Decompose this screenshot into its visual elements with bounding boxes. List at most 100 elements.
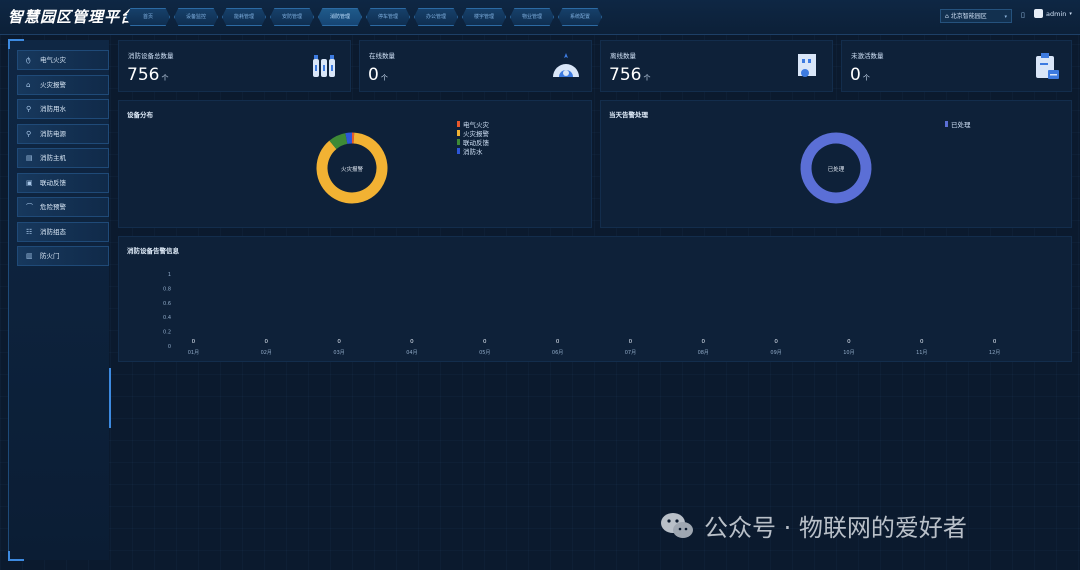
main-nav: 首页 设备监控 能耗管理 安防管理 消防管理 停车管理 办公管理 楼宇管理 物业… xyxy=(126,8,606,26)
chevron-down-icon: ▾ xyxy=(1069,10,1072,17)
stat-title: 在线数量 xyxy=(369,52,395,60)
config-icon: ☷ xyxy=(26,228,33,236)
y-tick-label: 0.2 xyxy=(163,330,171,336)
y-tick-label: 1 xyxy=(168,272,171,278)
x-tick-label: 07月 xyxy=(625,350,636,356)
panel-title: 设备分布 xyxy=(127,111,153,119)
user-name: admin xyxy=(1046,9,1067,18)
sidebar-item-label: 联动反馈 xyxy=(40,179,66,187)
sidebar-item-label: 火灾报警 xyxy=(40,81,66,89)
x-tick-label: 04月 xyxy=(406,350,417,356)
x-tick-label: 06月 xyxy=(552,350,563,356)
offline-device-icon xyxy=(798,54,816,77)
watermark-text: 公众号 · 物联网的爱好者 xyxy=(704,514,967,542)
pie-slice-消防水[interactable] xyxy=(345,132,353,144)
bar-value-label: 0 xyxy=(847,339,851,345)
device-distribution-legend: 电气火灾 火灾报警 联动反馈 消防水 xyxy=(457,119,489,156)
y-tick-label: 0.8 xyxy=(163,286,171,292)
sidebar-corner-decoration xyxy=(8,551,24,561)
stat-value: 0个 xyxy=(368,65,388,85)
stat-value: 756 个 xyxy=(127,65,169,85)
watermark: 公众号 · 物联网的爱好者 xyxy=(660,508,967,543)
alarm-info-bar-chart: 1 0.8 0.6 0.4 0.2 0 0 01月 0 02月 0 03月 0 04月 0 05月 0 06月 0 0… xyxy=(163,272,1000,356)
host-icon: ▤ xyxy=(26,154,33,162)
nav-tab-property[interactable]: 物业管理 xyxy=(510,8,554,26)
bar-value-label: 0 xyxy=(556,339,560,345)
nav-tab-energy[interactable]: 能耗管理 xyxy=(222,8,266,26)
nav-tab-system[interactable]: 系统配置 xyxy=(558,8,602,26)
legend-item[interactable]: 消防水 xyxy=(457,146,489,156)
nav-tab-parking[interactable]: 停车管理 xyxy=(366,8,410,26)
stat-card-total: 消防设备总数量 756 个 xyxy=(118,40,351,92)
x-tick-label: 01月 xyxy=(188,350,199,356)
sidebar-item-label: 消防组态 xyxy=(40,228,66,236)
app-title: 智慧园区管理平台 xyxy=(8,8,137,26)
x-tick-label: 11月 xyxy=(916,350,927,356)
x-tick-label: 12月 xyxy=(989,350,1000,356)
water-icon: ⚲ xyxy=(26,105,32,113)
sidebar-item-fire-power[interactable]: ⚲ 消防电源 xyxy=(17,124,109,144)
panel-title: 当天告警处理 xyxy=(609,111,648,119)
x-tick-label: 02月 xyxy=(261,350,272,356)
bar-value-label: 0 xyxy=(993,339,997,345)
alarm-icon: ⌂ xyxy=(26,81,31,89)
online-dome-icon xyxy=(553,53,579,77)
sidebar-item-danger-warning[interactable]: ⌒ 危险预警 xyxy=(17,197,109,217)
sidebar-item-label: 消防电源 xyxy=(40,130,66,138)
avatar xyxy=(1034,9,1043,18)
sidebar: ტ 电气火灾 ⌂ 火灾报警 ⚲ 消防用水 ⚲ 消防电源 ▤ 消防主机 ▣ 联动反馈 ⌒ 危险预… xyxy=(8,39,111,561)
x-tick-label: 09月 xyxy=(770,350,781,356)
door-icon: ▥ xyxy=(26,252,33,260)
stat-value: 756 个 xyxy=(609,65,651,85)
bar-value-label: 0 xyxy=(920,339,924,345)
stat-title: 未激活数量 xyxy=(851,52,884,60)
sidebar-item-fire-config[interactable]: ☷ 消防组态 xyxy=(17,222,109,242)
nav-tab-home[interactable]: 首页 xyxy=(126,8,170,26)
nav-tab-device-monitor[interactable]: 设备监控 xyxy=(174,8,218,26)
park-select[interactable]: ⌂ 北京智能园区 ▾ xyxy=(940,9,1012,23)
sidebar-corner-decoration xyxy=(8,39,24,49)
sidebar-item-fire-alarm[interactable]: ⌂ 火灾报警 xyxy=(17,75,109,95)
sidebar-item-electrical-fire[interactable]: ტ 电气火灾 xyxy=(17,50,109,70)
nav-tab-office[interactable]: 办公管理 xyxy=(414,8,458,26)
stat-card-offline: 离线数量 756 个 xyxy=(600,40,833,92)
stat-card-online: 在线数量 0个 xyxy=(359,40,592,92)
y-tick-label: 0.4 xyxy=(163,315,171,321)
x-tick-label: 05月 xyxy=(479,350,490,356)
sidebar-item-fire-host[interactable]: ▤ 消防主机 xyxy=(17,148,109,168)
building-icon: ⌂ xyxy=(945,13,949,20)
bar-value-label: 0 xyxy=(192,339,196,345)
x-tick-label: 10月 xyxy=(843,350,854,356)
legend-item[interactable]: 已处理 xyxy=(945,119,971,129)
donut-center-label: 火灾报警 xyxy=(340,167,363,173)
sidebar-edge-decoration xyxy=(109,368,111,428)
bar-value-label: 0 xyxy=(629,339,633,345)
stat-value: 0个 xyxy=(850,65,870,85)
alarm-today-legend: 已处理 xyxy=(945,119,971,129)
nav-tab-security[interactable]: 安防管理 xyxy=(270,8,314,26)
x-tick-label: 08月 xyxy=(698,350,709,356)
bell-icon[interactable]: ▯ xyxy=(1021,11,1025,19)
alarm-today-panel: 当天告警处理 已处理 已处理 xyxy=(600,100,1072,228)
sidebar-item-fire-water[interactable]: ⚲ 消防用水 xyxy=(17,99,109,119)
user-menu[interactable]: admin ▾ xyxy=(1034,9,1072,18)
sidebar-item-label: 危险预警 xyxy=(40,203,66,211)
nav-tab-fire[interactable]: 消防管理 xyxy=(318,8,362,26)
stat-title: 消防设备总数量 xyxy=(128,52,174,60)
bar-value-label: 0 xyxy=(410,339,414,345)
top-bar: 智慧园区管理平台 首页 设备监控 能耗管理 安防管理 消防管理 停车管理 办公管… xyxy=(0,0,1080,35)
sidebar-item-linkage-feedback[interactable]: ▣ 联动反馈 xyxy=(17,173,109,193)
x-tick-label: 03月 xyxy=(333,350,344,356)
chevron-down-icon: ▾ xyxy=(1004,14,1007,20)
nav-tab-building[interactable]: 楼宇管理 xyxy=(462,8,506,26)
extinguisher-icon xyxy=(313,55,335,77)
y-tick-label: 0 xyxy=(168,344,171,350)
park-select-value: 北京智能园区 xyxy=(950,13,987,20)
device-distribution-panel: 设备分布 火灾报警 电气火灾 火灾报警 联动反馈 消防水 xyxy=(118,100,592,228)
bar-value-label: 0 xyxy=(774,339,778,345)
pie-slice-联动反馈[interactable] xyxy=(329,133,348,150)
power-icon: ⚲ xyxy=(26,130,32,138)
sidebar-item-fire-door[interactable]: ▥ 防火门 xyxy=(17,246,109,266)
sidebar-item-label: 防火门 xyxy=(40,252,60,260)
alarm-info-panel: 消防设备告警信息 1 0.8 0.6 0.4 0.2 0 0 01月 0 02月 0 03月 0 04月 0… xyxy=(118,236,1072,362)
